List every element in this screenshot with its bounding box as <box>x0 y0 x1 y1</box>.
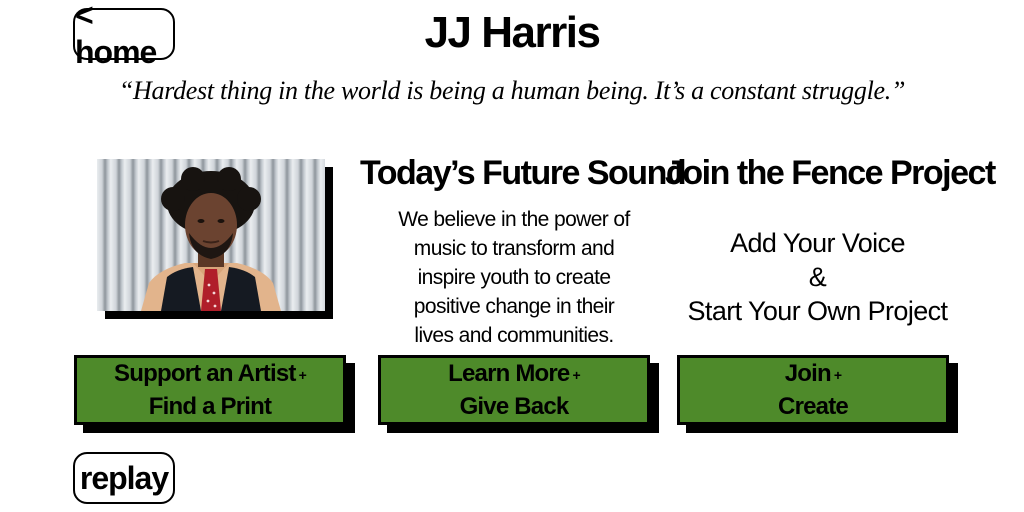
support-artist-button-face[interactable]: Support an Artist + Find a Print <box>74 355 346 425</box>
artist-quote: “Hardest thing in the world is being a h… <box>118 76 906 105</box>
fence-project-line: & <box>808 262 827 292</box>
button-line: Create <box>778 392 849 420</box>
future-sound-line: positive change in their <box>413 295 615 318</box>
button-line: Join + <box>784 360 842 388</box>
plus-icon: + <box>833 366 842 383</box>
future-sound-description: We believe in the power of music to tran… <box>390 205 638 350</box>
artist-photo <box>97 159 333 319</box>
fence-project-heading: Join the Fence Project <box>665 154 996 192</box>
button-line: Support an Artist + <box>114 360 307 388</box>
future-sound-heading: Today’s Future Sound <box>360 154 687 192</box>
button-line: Find a Print <box>148 392 272 420</box>
learn-more-button[interactable]: Learn More + Give Back <box>378 355 659 433</box>
button-line: Learn More + <box>448 360 581 388</box>
join-button[interactable]: Join + Create <box>677 355 958 433</box>
future-sound-line: inspire youth to create <box>417 266 611 289</box>
future-sound-line: music to transform and <box>413 237 615 260</box>
future-sound-line: We believe in the power of <box>398 208 630 231</box>
support-artist-button[interactable]: Support an Artist + Find a Print <box>74 355 355 433</box>
page-title: JJ Harris <box>424 8 601 57</box>
fence-project-line: Add Your Voice <box>730 228 905 258</box>
fence-project-line: Start Your Own Project <box>687 296 949 326</box>
learn-more-button-face[interactable]: Learn More + Give Back <box>378 355 650 425</box>
plus-icon: + <box>572 366 580 383</box>
button-line: Give Back <box>459 392 570 420</box>
replay-button[interactable]: replay <box>73 452 175 504</box>
join-button-face[interactable]: Join + Create <box>677 355 949 425</box>
plus-icon: + <box>298 366 307 383</box>
future-sound-line: lives and communities. <box>414 324 614 347</box>
portrait-photo-icon <box>97 159 325 311</box>
fence-project-description: Add Your Voice & Start Your Own Project <box>680 226 955 328</box>
